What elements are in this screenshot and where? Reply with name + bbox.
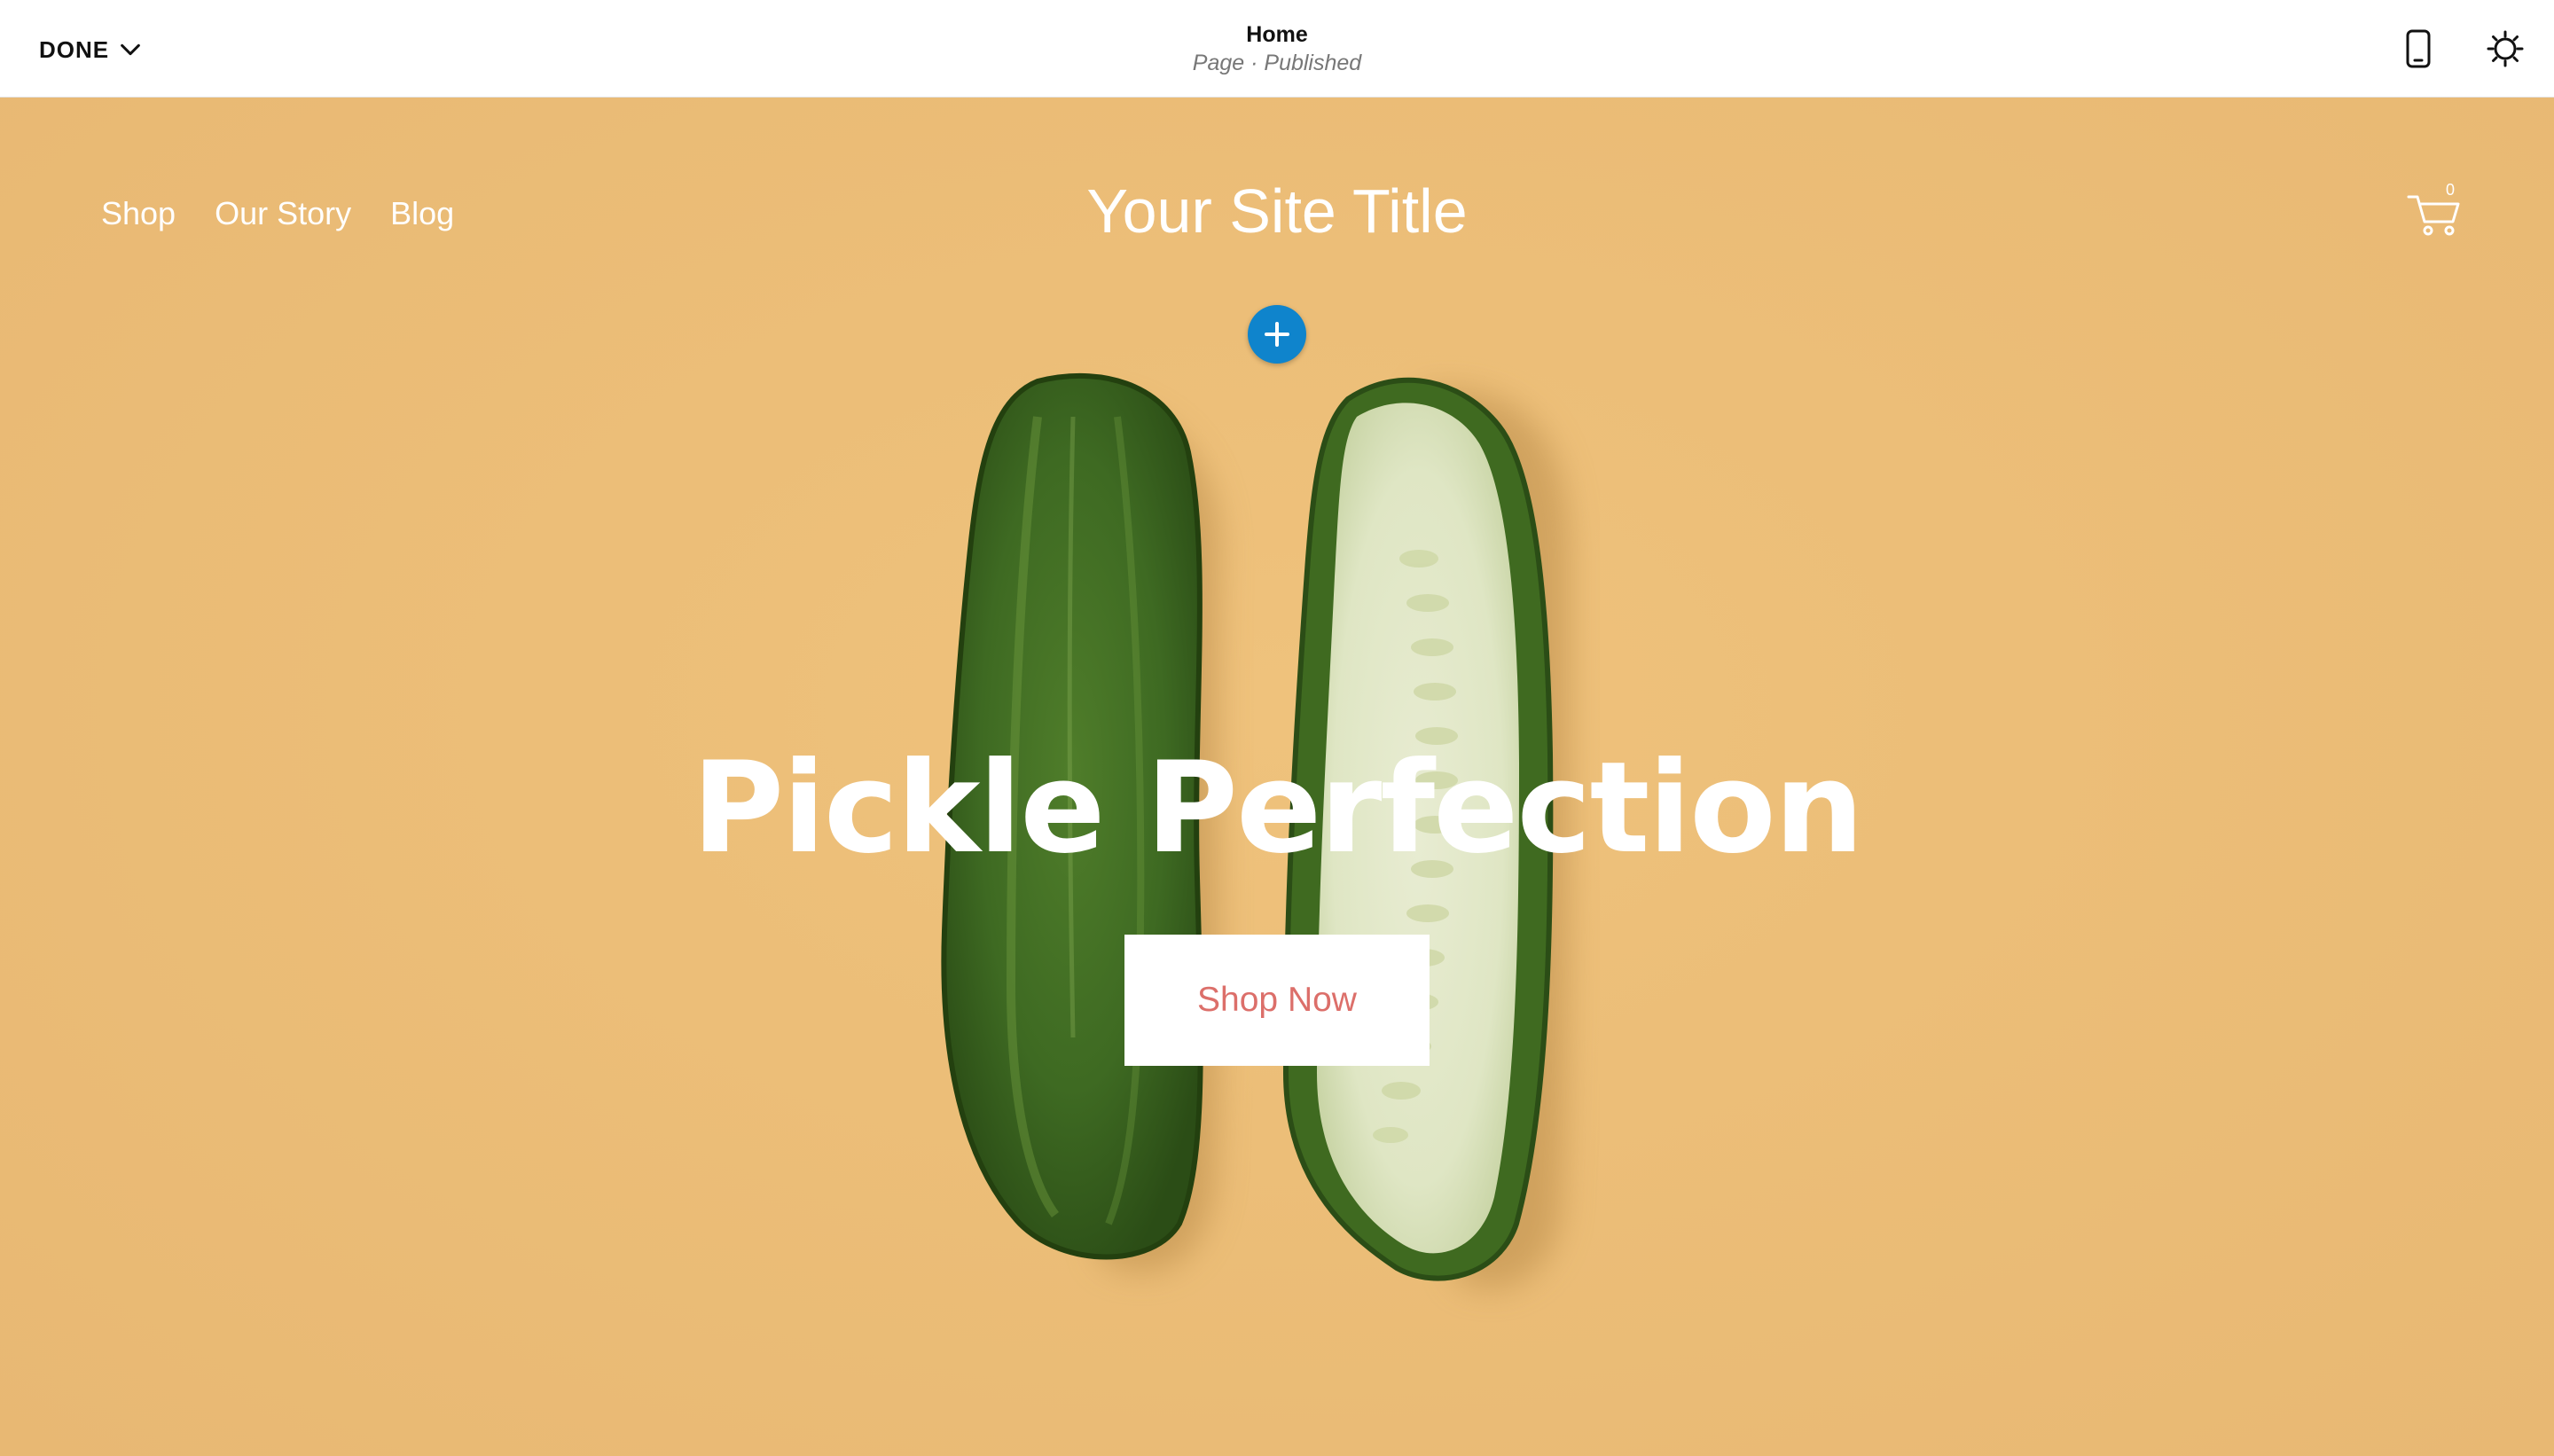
site-title[interactable]: Your Site Title [0,176,2554,247]
page-title: Home [1246,22,1308,47]
mobile-preview-button[interactable] [2396,27,2440,71]
page-info: Home Page · Published [0,20,2554,76]
mobile-preview-icon [2406,29,2431,68]
shop-now-button[interactable]: Shop Now [1124,935,1430,1066]
site-styles-button[interactable] [2483,27,2527,71]
plus-icon [1265,322,1289,347]
page-status: Page · Published [1192,51,1362,75]
cart-icon[interactable] [2405,186,2467,239]
add-section-button[interactable] [1248,305,1306,364]
cart-count: 0 [2446,181,2456,199]
editor-toolbar: DONE Home Page · Published [0,0,2554,98]
hero-headline: Pickle Perfection [692,735,1864,881]
site-styles-icon [2487,30,2524,67]
site-preview: Shop Our Story Blog Your Site Title 0 Pi… [0,98,2554,1456]
